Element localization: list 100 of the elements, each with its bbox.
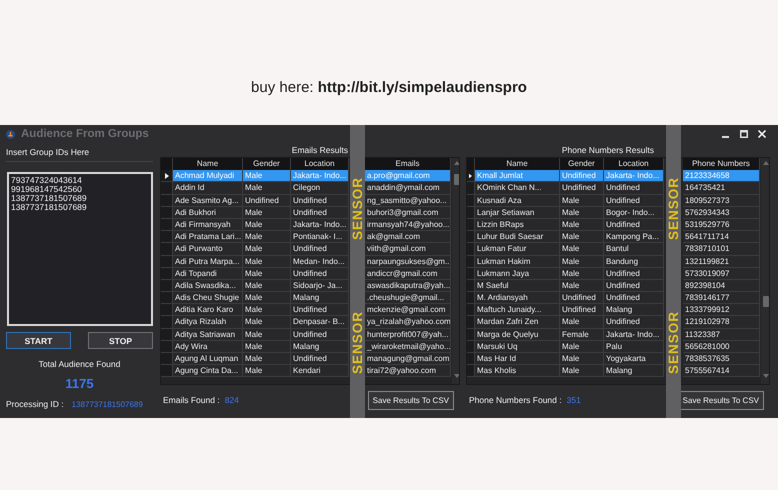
- table-cell[interactable]: Male: [560, 231, 604, 244]
- table-cell[interactable]: Male: [243, 304, 291, 316]
- table-cell[interactable]: Adi Putra Marpa...: [173, 256, 243, 268]
- table-cell[interactable]: 7838537635: [683, 353, 760, 366]
- table-cell[interactable]: hunterprofit007@yah...: [365, 328, 451, 341]
- table-cell[interactable]: Undifined: [604, 280, 664, 292]
- table-cell[interactable]: Addin Id: [173, 182, 243, 195]
- table-cell[interactable]: Undifined: [604, 268, 664, 280]
- table-cell[interactable]: Kampong Pa...: [604, 231, 664, 244]
- table-cell[interactable]: 5641711714: [683, 231, 760, 244]
- table-cell[interactable]: 1809527373: [683, 194, 760, 207]
- scroll-up-icon[interactable]: [454, 161, 459, 165]
- maximize-icon[interactable]: [740, 130, 748, 138]
- table-cell[interactable]: Male: [560, 365, 604, 378]
- table-cell[interactable]: Undifined: [560, 292, 604, 304]
- table-cell[interactable]: ak@gmail.com: [365, 231, 451, 244]
- table-cell[interactable]: Undifined: [560, 182, 604, 195]
- table-cell[interactable]: Mas Kholis: [475, 365, 560, 378]
- table-cell[interactable]: anaddin@ymail.com: [365, 182, 451, 195]
- table-cell[interactable]: Marsuki Uq: [475, 340, 560, 353]
- table-cell[interactable]: Yogyakarta: [604, 353, 664, 366]
- table-cell[interactable]: Male: [243, 218, 291, 232]
- table-cell[interactable]: 5755567414: [683, 365, 760, 378]
- table-cell[interactable]: 7839146177: [683, 292, 760, 304]
- table-cell[interactable]: Undifined: [291, 353, 349, 366]
- scrollbar-thumb[interactable]: [454, 174, 459, 185]
- table-cell[interactable]: Undifined: [604, 218, 664, 232]
- table-cell[interactable]: 1333799912: [683, 304, 760, 316]
- table-cell[interactable]: Malang: [291, 340, 349, 353]
- table-cell[interactable]: Undifined: [243, 194, 291, 207]
- table-cell[interactable]: Lanjar Setiawan: [475, 206, 560, 219]
- table-cell[interactable]: M Saeful: [475, 280, 560, 292]
- table-cell[interactable]: Adi Purwanto: [173, 243, 243, 256]
- scrollbar-thumb[interactable]: [763, 296, 769, 307]
- table-cell[interactable]: 11323387: [683, 328, 760, 341]
- table-cell[interactable]: Lukman Hakim: [475, 256, 560, 268]
- table-cell[interactable]: 1219102978: [683, 316, 760, 329]
- table-cell[interactable]: Aditya Rizalah: [173, 316, 243, 329]
- table-cell[interactable]: Undifined: [604, 194, 664, 207]
- table-cell[interactable]: Male: [243, 292, 291, 304]
- table-cell[interactable]: M. Ardiansyah: [475, 292, 560, 304]
- stop-button[interactable]: STOP: [88, 332, 153, 349]
- table-cell[interactable]: 164735421: [683, 182, 760, 195]
- table-cell[interactable]: Ade Sasmito Ag...: [173, 194, 243, 207]
- table-cell[interactable]: buhori3@gmail.com: [365, 206, 451, 219]
- table-cell[interactable]: Palu: [604, 340, 664, 353]
- table-cell[interactable]: Agung Al Luqman: [173, 353, 243, 366]
- table-cell[interactable]: Male: [560, 268, 604, 280]
- table-cell[interactable]: Agung Cinta Da...: [173, 365, 243, 378]
- table-cell[interactable]: Malang: [291, 292, 349, 304]
- table-cell[interactable]: Luhur Budi Saesar: [475, 231, 560, 244]
- table-cell[interactable]: Jakarta- Indo...: [604, 328, 664, 341]
- group-ids-field[interactable]: 793747324043614 991968147542560 1387737181507689 1387737181507689: [7, 172, 153, 326]
- table-cell[interactable]: Maftuch Junaidy...: [475, 304, 560, 316]
- table-cell[interactable]: narpaungsukses@gm...: [365, 256, 451, 268]
- row-header[interactable]: [467, 170, 475, 182]
- table-cell[interactable]: ng_sasmitto@yahoo...: [365, 194, 451, 207]
- table-cell[interactable]: 5762934343: [683, 206, 760, 219]
- table-cell[interactable]: KOmink Chan N...: [475, 182, 560, 195]
- table-cell[interactable]: Male: [243, 268, 291, 280]
- table-cell[interactable]: Undifined: [604, 292, 664, 304]
- start-button[interactable]: START: [6, 332, 71, 349]
- table-cell[interactable]: Lizzin BRaps: [475, 218, 560, 232]
- table-cell[interactable]: Male: [560, 353, 604, 366]
- table-cell[interactable]: 5319529776: [683, 218, 760, 232]
- table-cell[interactable]: Male: [560, 206, 604, 219]
- table-cell[interactable]: Undifined: [604, 316, 664, 329]
- scrollbar[interactable]: [452, 158, 459, 384]
- table-cell[interactable]: Aditya Satriawan: [173, 328, 243, 341]
- table-cell[interactable]: Malang: [604, 304, 664, 316]
- table-cell[interactable]: Mardan Zafri Zen: [475, 316, 560, 329]
- table-cell[interactable]: 1321199821: [683, 256, 760, 268]
- table-cell[interactable]: Aditia Karo Karo: [173, 304, 243, 316]
- close-icon[interactable]: [758, 130, 766, 138]
- table-cell[interactable]: Sidoarjo- Ja...: [291, 280, 349, 292]
- table-cell[interactable]: Cilegon: [291, 182, 349, 195]
- table-cell[interactable]: Lukman Fatur: [475, 243, 560, 256]
- table-cell[interactable]: Adis Cheu Shugie: [173, 292, 243, 304]
- table-cell[interactable]: Male: [560, 218, 604, 232]
- table-cell[interactable]: Undifined: [291, 243, 349, 256]
- table-cell[interactable]: Male: [560, 316, 604, 329]
- table-cell[interactable]: Male: [243, 328, 291, 341]
- table-cell[interactable]: Male: [560, 243, 604, 256]
- table-cell[interactable]: Male: [560, 340, 604, 353]
- scroll-down-icon[interactable]: [763, 374, 769, 378]
- table-cell[interactable]: Jakarta- Indo...: [291, 218, 349, 232]
- save-csv-button[interactable]: Save Results To CSV: [368, 390, 454, 410]
- table-cell[interactable]: Undifined: [291, 194, 349, 207]
- table-cell[interactable]: Denpasar- B...: [291, 316, 349, 329]
- table-cell[interactable]: Male: [243, 206, 291, 219]
- scroll-up-icon[interactable]: [763, 161, 769, 165]
- table-cell[interactable]: Male: [560, 194, 604, 207]
- row-header[interactable]: [161, 170, 173, 182]
- table-cell[interactable]: _wiraroketmail@yaho...: [365, 340, 451, 353]
- table-cell[interactable]: Male: [243, 365, 291, 378]
- table-cell[interactable]: Male: [243, 353, 291, 366]
- table-cell[interactable]: Kusnadi Aza: [475, 194, 560, 207]
- table-cell[interactable]: 5733019097: [683, 268, 760, 280]
- table-cell[interactable]: Male: [243, 243, 291, 256]
- table-cell[interactable]: tirai72@yahoo.com: [365, 365, 451, 378]
